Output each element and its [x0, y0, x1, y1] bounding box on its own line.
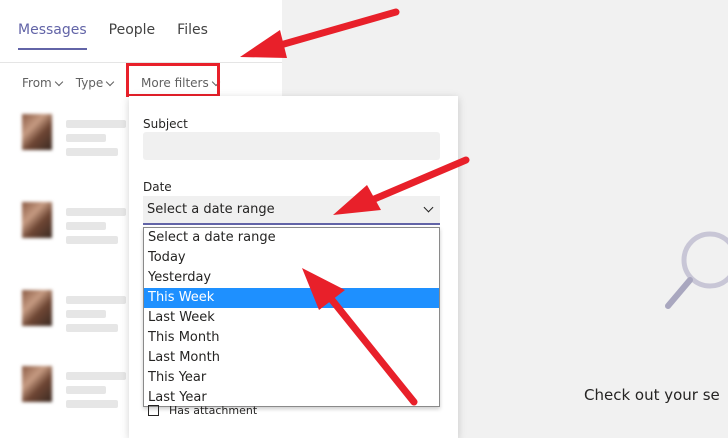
date-range-select[interactable]: Select a date range	[143, 196, 440, 225]
date-option-this-month[interactable]: This Month	[144, 328, 439, 348]
blurred-text	[66, 134, 106, 142]
blurred-text	[66, 386, 106, 394]
blurred-text	[66, 324, 118, 332]
tab-people[interactable]: People	[109, 22, 156, 50]
has-attachment-checkbox[interactable]: Has attachment	[148, 404, 257, 417]
date-option-today[interactable]: Today	[144, 248, 439, 268]
blurred-text	[66, 400, 118, 408]
annotation-highlight-box	[126, 63, 220, 97]
blurred-text	[66, 236, 118, 244]
from-filter[interactable]: From	[22, 76, 63, 90]
avatar	[22, 114, 52, 150]
from-filter-label: From	[22, 76, 52, 90]
chevron-down-icon	[54, 77, 63, 87]
date-option-last-month[interactable]: Last Month	[144, 348, 439, 368]
type-filter-label: Type	[75, 76, 104, 90]
blurred-text	[66, 222, 106, 230]
date-option-select[interactable]: Select a date range	[144, 228, 439, 248]
chevron-down-icon	[423, 202, 434, 213]
date-option-yesterday[interactable]: Yesterday	[144, 268, 439, 288]
has-attachment-label: Has attachment	[169, 404, 258, 417]
subject-input[interactable]	[143, 132, 440, 160]
date-option-last-week[interactable]: Last Week	[144, 308, 439, 328]
date-option-this-year[interactable]: This Year	[144, 368, 439, 388]
date-range-value: Select a date range	[147, 202, 275, 217]
blurred-text	[66, 296, 126, 304]
type-filter[interactable]: Type	[75, 76, 115, 90]
subject-label: Subject	[143, 117, 188, 131]
tab-messages[interactable]: Messages	[18, 22, 87, 50]
avatar	[22, 290, 52, 326]
blurred-text	[66, 310, 106, 318]
search-icon	[665, 231, 728, 309]
date-range-dropdown: Select a date range Today Yesterday This…	[143, 227, 440, 407]
avatar	[22, 202, 52, 238]
date-option-this-week[interactable]: This Week	[144, 288, 439, 308]
search-tabs: Messages People Files	[18, 22, 208, 50]
blurred-text	[66, 372, 126, 380]
checkbox-icon	[148, 405, 159, 416]
chevron-down-icon	[106, 77, 115, 87]
date-label: Date	[143, 180, 172, 194]
blurred-text	[66, 208, 126, 216]
empty-state-message: Check out your se	[584, 386, 720, 404]
filter-bar: From Type	[22, 76, 115, 90]
blurred-text	[66, 120, 126, 128]
blurred-text	[66, 148, 118, 156]
tab-files[interactable]: Files	[177, 22, 208, 50]
avatar	[22, 366, 52, 402]
